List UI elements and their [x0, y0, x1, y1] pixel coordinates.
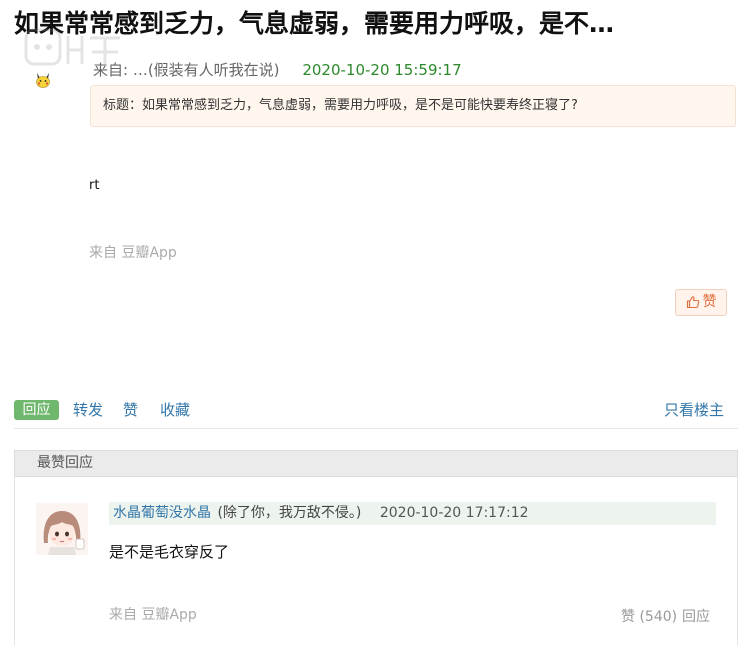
reply-signature: (除了你，我万敌不侵。): [217, 505, 362, 521]
topic-body: rt: [89, 178, 100, 193]
anime-girl-avatar[interactable]: [36, 503, 88, 555]
topic-subject-box: 标题：如果常常感到乏力，气息虚弱，需要用力呼吸，是不是可能快要寿终正寝了?: [90, 85, 736, 127]
collect-link[interactable]: 收藏: [160, 398, 190, 422]
topic-like-label: 赞: [702, 294, 717, 310]
reply-like-link[interactable]: 赞 (540): [621, 607, 677, 627]
only-op-link[interactable]: 只看楼主: [664, 398, 724, 422]
topic-like-button[interactable]: 赞: [675, 289, 727, 316]
author-from[interactable]: 来自: …(假装有人听我在说): [93, 61, 280, 79]
like-link[interactable]: 赞: [123, 398, 138, 422]
reply-username[interactable]: 水晶葡萄没水晶: [113, 505, 211, 521]
reply-source: 来自 豆瓣App: [109, 607, 197, 623]
reply-reply-link[interactable]: 回应: [682, 607, 710, 627]
reply-time: 2020-10-20 17:17:12: [379, 505, 529, 521]
topic-action-bar: 回应 转发 赞 收藏 只看楼主: [14, 398, 738, 429]
forward-link[interactable]: 转发: [73, 398, 103, 422]
topic-source: 来自 豆瓣App: [89, 245, 177, 261]
reply-text: 是不是毛衣穿反了: [109, 543, 230, 561]
thumbs-up-icon: [686, 296, 699, 309]
best-replies-header: 最赞回应: [14, 450, 738, 477]
author-meta: 来自: …(假装有人听我在说) 2020-10-20 15:59:17: [93, 59, 462, 81]
pikachu-avatar-icon[interactable]: [33, 70, 53, 90]
topic-date: 2020-10-20 15:59:17: [302, 61, 462, 79]
reply-button[interactable]: 回应: [14, 400, 59, 420]
reply-meta: 水晶葡萄没水晶 (除了你，我万敌不侵。) 2020-10-20 17:17:12: [109, 502, 716, 525]
